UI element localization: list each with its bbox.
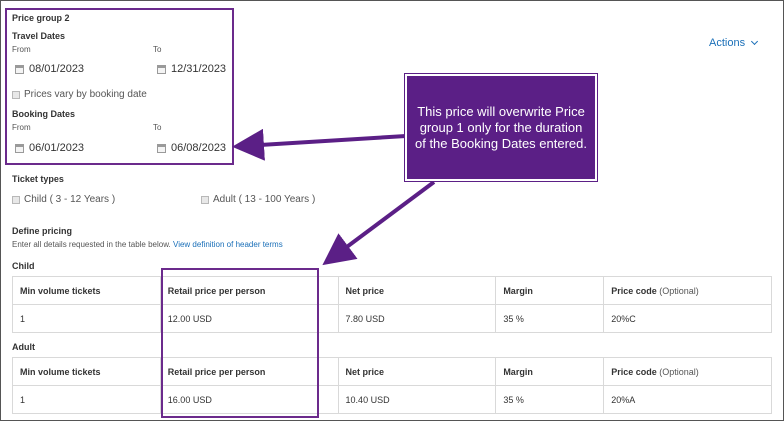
arrow-to-retail-price [322,180,436,266]
callout-text: This price will overwrite Price group 1 … [414,103,587,151]
annotation-arrows [232,128,436,266]
arrow-to-booking-dates [232,128,407,161]
annotation-callout: This price will overwrite Price group 1 … [404,73,598,182]
